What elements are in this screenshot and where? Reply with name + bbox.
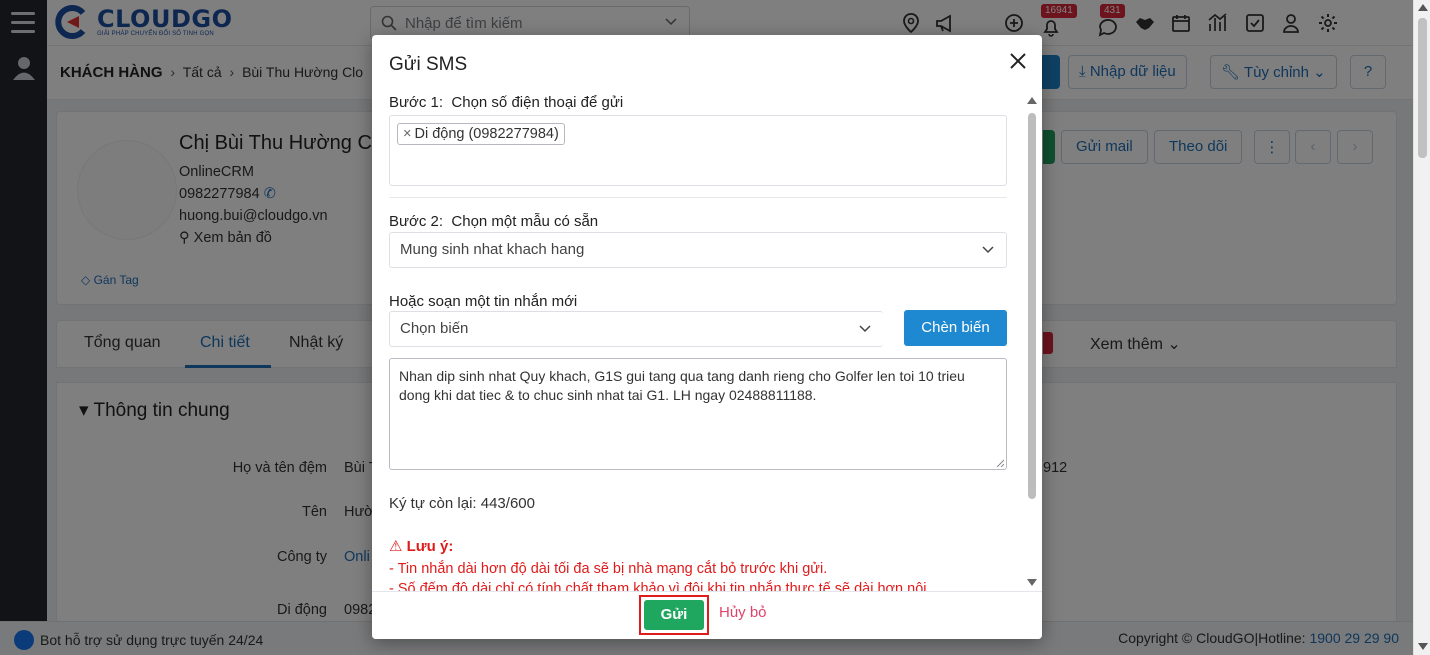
variable-select[interactable]: Chọn biến	[389, 311, 883, 347]
scroll-up-icon[interactable]	[1027, 97, 1037, 104]
scroll-thumb[interactable]	[1028, 113, 1036, 499]
compose-label: Hoặc soạn một tin nhắn mới	[389, 293, 578, 310]
chevron-down-icon	[859, 325, 871, 333]
modal-footer: Gửi Hủy bỏ	[372, 591, 1042, 639]
chevron-down-icon	[982, 246, 994, 254]
scroll-down-icon[interactable]	[1027, 579, 1037, 586]
cancel-button[interactable]: Hủy bỏ	[719, 604, 767, 621]
note-title: ⚠ Lưu ý:	[389, 538, 454, 555]
phone-select[interactable]: × Di động (0982277984)	[389, 115, 1007, 186]
scroll-thumb[interactable]	[1418, 18, 1427, 158]
divider	[389, 197, 1007, 198]
scroll-down-icon[interactable]	[1418, 643, 1428, 650]
note-line-1: - Tin nhắn dài hơn độ dài tối đa sẽ bị n…	[389, 561, 828, 577]
send-button[interactable]: Gửi	[644, 600, 704, 630]
template-selected: Mung sinh nhat khach hang	[400, 241, 585, 258]
modal-title: Gửi SMS	[389, 54, 468, 75]
send-sms-modal: Gửi SMS Bước 1: Chọn số điện thoại để gử…	[372, 35, 1042, 639]
resize-handle-icon[interactable]	[996, 459, 1004, 467]
message-text: Nhan dip sinh nhat Quy khach, G1S gui ta…	[399, 368, 965, 403]
template-select[interactable]: Mung sinh nhat khach hang	[389, 232, 1007, 268]
modal-scrollbar[interactable]	[1027, 93, 1037, 589]
char-remaining: Ký tự còn lại: 443/600	[389, 495, 535, 512]
remove-icon[interactable]: ×	[403, 126, 411, 142]
insert-variable-button[interactable]: Chèn biến	[904, 310, 1007, 346]
message-textarea[interactable]: Nhan dip sinh nhat Quy khach, G1S gui ta…	[389, 358, 1007, 470]
page-scrollbar[interactable]	[1413, 0, 1430, 655]
scroll-up-icon[interactable]	[1418, 4, 1428, 11]
variable-placeholder: Chọn biến	[400, 320, 469, 337]
modal-body: Bước 1: Chọn số điện thoại để gửi × Di độ…	[372, 91, 1042, 591]
note-line-2: - Số đếm độ dài chỉ có tính chất tham kh…	[389, 581, 927, 591]
send-highlight: Gửi	[639, 595, 709, 635]
step1-label: Bước 1: Chọn số điện thoại để gửi	[389, 94, 624, 111]
warning-icon: ⚠	[389, 538, 403, 555]
phone-chip[interactable]: × Di động (0982277984)	[397, 123, 565, 145]
close-icon[interactable]	[1008, 51, 1028, 71]
step2-label: Bước 2: Chọn một mẫu có sẵn	[389, 213, 599, 230]
